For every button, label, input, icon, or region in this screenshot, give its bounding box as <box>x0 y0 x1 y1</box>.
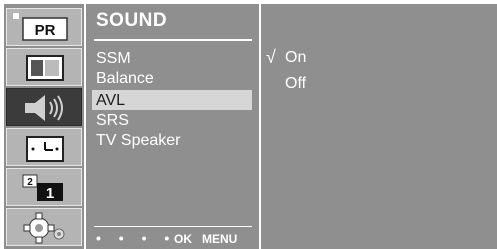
ok-hint: OK <box>174 232 192 246</box>
menu-hint: MENU <box>202 232 238 246</box>
menu-item-balance[interactable]: Balance <box>96 69 154 88</box>
menu-item-avl[interactable]: AVL <box>96 91 125 110</box>
pr-label: PR <box>35 22 56 39</box>
avl-options-panel: √ On Off <box>261 4 497 249</box>
special-small-label: 2 <box>27 177 33 188</box>
picture-pr-icon[interactable]: PR <box>6 8 82 46</box>
special-icon[interactable]: 2 1 <box>6 168 82 206</box>
menu-category-sidebar: PR 2 1 <box>4 4 84 249</box>
menu-title: SOUND <box>96 10 168 31</box>
navigation-dots: • • • • <box>96 230 177 246</box>
menu-item-tv-speaker[interactable]: TV Speaker <box>96 131 180 150</box>
option-on[interactable]: On <box>285 49 306 67</box>
check-mark-icon: √ <box>266 47 276 67</box>
sound-icon[interactable] <box>6 88 82 126</box>
time-icon[interactable] <box>6 128 82 166</box>
menu-item-srs[interactable]: SRS <box>96 111 129 130</box>
option-off[interactable]: Off <box>285 75 306 93</box>
menu-item-ssm[interactable]: SSM <box>96 49 131 68</box>
sound-menu-panel: SOUND SSM Balance AVL SRS TV Speaker • •… <box>86 4 259 249</box>
footer-divider <box>94 226 252 227</box>
special-big-label: 1 <box>46 185 54 202</box>
osd-screen: PR 2 1 SOUND SSM Balance AVL SRS TV Spea… <box>0 0 497 249</box>
title-divider <box>94 39 252 41</box>
setup-gear-icon[interactable] <box>6 208 82 246</box>
screen-icon[interactable] <box>6 48 82 86</box>
